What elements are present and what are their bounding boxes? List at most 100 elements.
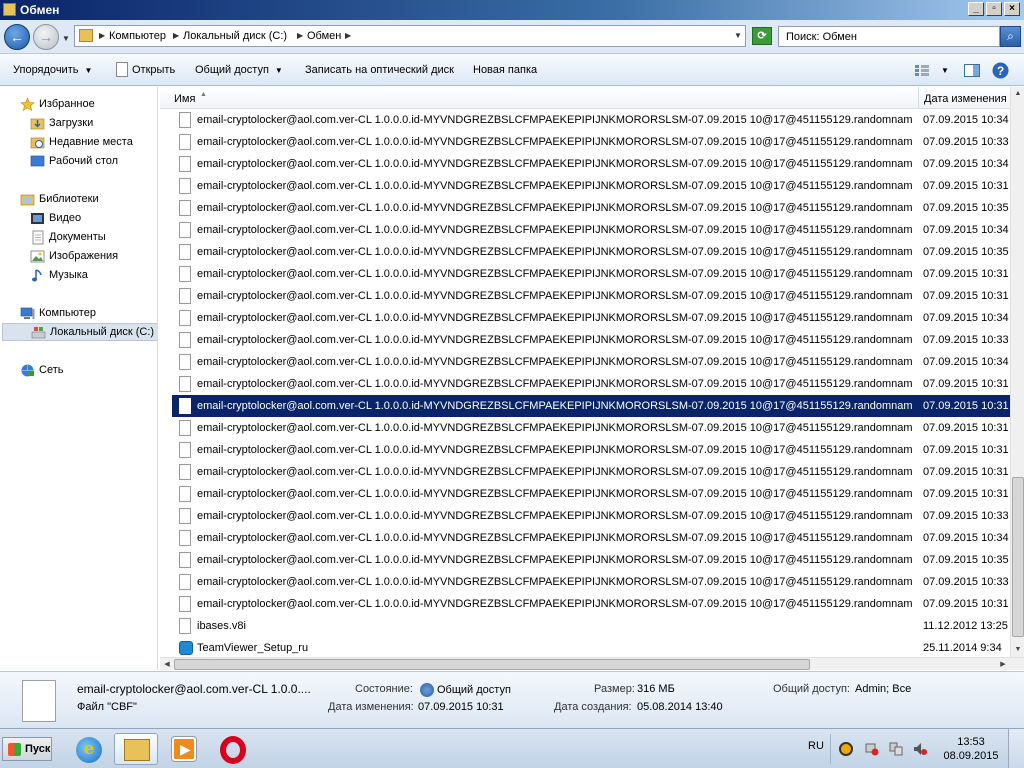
- file-icon: [179, 222, 191, 238]
- close-button[interactable]: ×: [1004, 2, 1020, 16]
- chevron-down-icon[interactable]: ▼: [941, 66, 957, 79]
- table-row[interactable]: TeamViewer_Setup_ru 25.11.2014 9:34: [172, 637, 1010, 657]
- vertical-scroll-thumb[interactable]: [1012, 477, 1024, 637]
- scroll-up-icon[interactable]: ▲: [1011, 87, 1024, 101]
- file-date: 07.09.2015 10:35: [923, 246, 1009, 258]
- scroll-left-icon[interactable]: ◀: [160, 658, 174, 670]
- table-row[interactable]: email-cryptolocker@aol.com.ver-CL 1.0.0.…: [172, 197, 1010, 219]
- scroll-right-icon[interactable]: ▶: [996, 658, 1010, 670]
- address-dropdown-icon[interactable]: ▼: [734, 31, 742, 40]
- file-name: ibases.v8i: [197, 620, 246, 632]
- libraries-icon: [20, 194, 35, 206]
- taskbar-explorer[interactable]: [114, 733, 158, 765]
- table-row[interactable]: email-cryptolocker@aol.com.ver-CL 1.0.0.…: [172, 527, 1010, 549]
- file-icon: [179, 376, 191, 392]
- sidebar-item-local-disk[interactable]: Локальный диск (C:): [2, 323, 157, 341]
- forward-button[interactable]: →: [33, 24, 59, 50]
- teamviewer-icon: [179, 641, 193, 655]
- breadcrumb-computer[interactable]: Компьютер: [109, 30, 166, 42]
- view-options-icon[interactable]: [914, 64, 930, 77]
- table-row[interactable]: email-cryptolocker@aol.com.ver-CL 1.0.0.…: [172, 153, 1010, 175]
- table-row[interactable]: email-cryptolocker@aol.com.ver-CL 1.0.0.…: [172, 329, 1010, 351]
- back-button[interactable]: ←: [4, 24, 30, 50]
- table-row[interactable]: email-cryptolocker@aol.com.ver-CL 1.0.0.…: [172, 549, 1010, 571]
- breadcrumb-exchange[interactable]: Обмен: [307, 30, 341, 42]
- burn-disc-button[interactable]: Записать на оптический диск: [305, 64, 454, 76]
- table-row[interactable]: email-cryptolocker@aol.com.ver-CL 1.0.0.…: [172, 307, 1010, 329]
- refresh-button[interactable]: ⟳: [752, 27, 772, 45]
- taskbar-media-player[interactable]: ▶: [162, 733, 206, 765]
- table-row[interactable]: email-cryptolocker@aol.com.ver-CL 1.0.0.…: [172, 505, 1010, 527]
- chevron-right-icon[interactable]: ▶: [99, 31, 105, 40]
- antivirus-icon[interactable]: [839, 742, 853, 756]
- new-folder-button[interactable]: Новая папка: [473, 64, 537, 76]
- file-name: email-cryptolocker@aol.com.ver-CL 1.0.0.…: [197, 554, 912, 566]
- file-name: email-cryptolocker@aol.com.ver-CL 1.0.0.…: [197, 400, 912, 412]
- organize-button[interactable]: Упорядочить ▼: [13, 64, 92, 76]
- table-row[interactable]: email-cryptolocker@aol.com.ver-CL 1.0.0.…: [172, 175, 1010, 197]
- table-row[interactable]: email-cryptolocker@aol.com.ver-CL 1.0.0.…: [172, 241, 1010, 263]
- table-row[interactable]: email-cryptolocker@aol.com.ver-CL 1.0.0.…: [172, 483, 1010, 505]
- table-row[interactable]: email-cryptolocker@aol.com.ver-CL 1.0.0.…: [172, 351, 1010, 373]
- file-name: email-cryptolocker@aol.com.ver-CL 1.0.0.…: [197, 158, 912, 170]
- network-connection-icon[interactable]: [889, 742, 903, 756]
- open-button[interactable]: Открыть: [132, 64, 175, 76]
- star-icon: [20, 97, 35, 112]
- clock[interactable]: 13:53 08.09.2015: [938, 735, 1004, 763]
- images-icon: [30, 250, 45, 263]
- taskbar-opera[interactable]: [210, 733, 254, 765]
- language-indicator[interactable]: RU: [808, 740, 824, 752]
- vertical-scrollbar[interactable]: ▲ ▼: [1010, 87, 1024, 657]
- table-row[interactable]: email-cryptolocker@aol.com.ver-CL 1.0.0.…: [172, 219, 1010, 241]
- share-button[interactable]: Общий доступ ▼: [195, 64, 283, 76]
- table-row[interactable]: email-cryptolocker@aol.com.ver-CL 1.0.0.…: [172, 109, 1010, 131]
- preview-pane-icon[interactable]: [964, 64, 980, 77]
- desktop-icon: [30, 155, 45, 167]
- network-error-icon[interactable]: [865, 742, 879, 756]
- taskbar-internet-explorer[interactable]: e: [66, 733, 110, 765]
- horizontal-scrollbar[interactable]: ◀ ▶: [160, 657, 1024, 670]
- horizontal-scroll-thumb[interactable]: [174, 659, 810, 670]
- table-row[interactable]: email-cryptolocker@aol.com.ver-CL 1.0.0.…: [172, 571, 1010, 593]
- table-row[interactable]: email-cryptolocker@aol.com.ver-CL 1.0.0.…: [172, 439, 1010, 461]
- file-name: email-cryptolocker@aol.com.ver-CL 1.0.0.…: [197, 532, 912, 544]
- column-divider[interactable]: [918, 87, 919, 109]
- table-row[interactable]: email-cryptolocker@aol.com.ver-CL 1.0.0.…: [172, 263, 1010, 285]
- file-icon: [179, 508, 191, 524]
- table-row[interactable]: email-cryptolocker@aol.com.ver-CL 1.0.0.…: [172, 131, 1010, 153]
- table-row[interactable]: email-cryptolocker@aol.com.ver-CL 1.0.0.…: [171, 394, 1010, 418]
- table-row[interactable]: ibases.v8i 11.12.2012 13:25: [172, 615, 1010, 637]
- breadcrumb-local-disk[interactable]: Локальный диск (C:): [183, 30, 287, 42]
- table-row[interactable]: email-cryptolocker@aol.com.ver-CL 1.0.0.…: [172, 417, 1010, 439]
- table-row[interactable]: email-cryptolocker@aol.com.ver-CL 1.0.0.…: [172, 373, 1010, 395]
- chevron-right-icon[interactable]: ▶: [173, 31, 179, 40]
- minimize-button[interactable]: _: [968, 2, 984, 16]
- title-bar: Обмен _ ▫ ×: [0, 0, 1024, 20]
- history-dropdown-icon[interactable]: ▼: [62, 34, 70, 43]
- chevron-right-icon[interactable]: ▶: [345, 31, 351, 40]
- opera-icon: [220, 736, 246, 764]
- volume-muted-icon[interactable]: [913, 742, 927, 756]
- show-desktop-button[interactable]: [1008, 729, 1024, 768]
- file-date: 07.09.2015 10:34: [923, 114, 1009, 126]
- document-icon: [116, 62, 128, 77]
- table-row[interactable]: email-cryptolocker@aol.com.ver-CL 1.0.0.…: [172, 461, 1010, 483]
- details-filename: email-cryptolocker@aol.com.ver-CL 1.0.0.…: [77, 682, 311, 696]
- file-icon: [179, 574, 191, 590]
- search-input[interactable]: Поиск: Обмен: [778, 26, 1000, 47]
- scroll-down-icon[interactable]: ▼: [1011, 643, 1024, 657]
- file-icon: [179, 486, 191, 502]
- start-button[interactable]: Пуск: [2, 737, 52, 761]
- table-row[interactable]: email-cryptolocker@aol.com.ver-CL 1.0.0.…: [172, 285, 1010, 307]
- chevron-right-icon[interactable]: ▶: [297, 31, 303, 40]
- search-icon[interactable]: ⌕: [1000, 26, 1021, 47]
- address-bar[interactable]: ▶ Компьютер ▶ Локальный диск (C:) ▶ Обме…: [74, 25, 746, 47]
- file-large-icon: [22, 680, 56, 722]
- file-date: 07.09.2015 10:33: [923, 334, 1009, 346]
- column-header-name[interactable]: Имя: [174, 93, 195, 105]
- file-icon: [179, 112, 191, 128]
- help-icon[interactable]: ?: [992, 62, 1009, 79]
- column-header-date[interactable]: Дата изменения: [924, 93, 1007, 105]
- maximize-button[interactable]: ▫: [986, 2, 1002, 16]
- table-row[interactable]: email-cryptolocker@aol.com.ver-CL 1.0.0.…: [172, 593, 1010, 615]
